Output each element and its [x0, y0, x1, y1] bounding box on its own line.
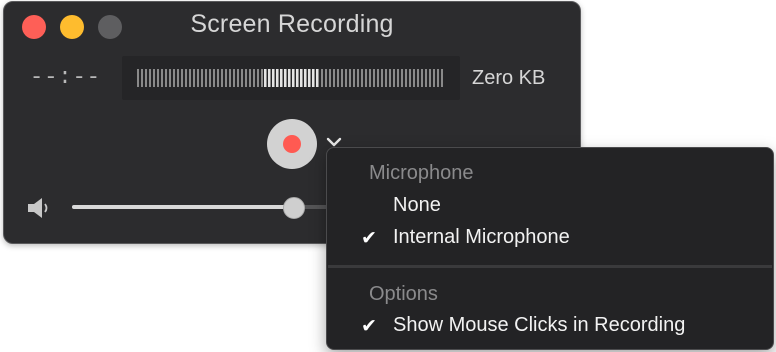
- volume-slider[interactable]: [72, 197, 330, 219]
- audio-level-peak: [264, 69, 318, 87]
- menu-item-label: Internal Microphone: [393, 226, 570, 248]
- record-button[interactable]: [267, 119, 317, 169]
- menu-separator: [328, 265, 772, 268]
- menu-item-label: None: [393, 194, 441, 216]
- options-header: Options: [369, 283, 438, 305]
- elapsed-time: --:--: [30, 65, 102, 90]
- window-title: Screen Recording: [190, 10, 394, 38]
- audio-level-meter: [122, 56, 460, 100]
- checkmark-icon: ✔: [361, 316, 377, 337]
- menu-item-show-mouse-clicks[interactable]: ✔ Show Mouse Clicks in Recording: [327, 312, 773, 342]
- options-menu: Microphone None ✔ Internal Microphone Op…: [326, 147, 774, 350]
- microphone-header: Microphone: [369, 162, 474, 184]
- volume-thumb[interactable]: [283, 197, 305, 219]
- checkmark-icon: ✔: [361, 228, 377, 249]
- record-icon: [283, 135, 301, 153]
- file-size: Zero KB: [472, 67, 546, 89]
- menu-item-label: Show Mouse Clicks in Recording: [393, 314, 686, 336]
- speaker-icon: [28, 198, 48, 218]
- volume-fill: [72, 205, 294, 209]
- menu-item-internal-microphone[interactable]: ✔ Internal Microphone: [327, 224, 773, 254]
- menu-item-none[interactable]: None: [327, 192, 773, 222]
